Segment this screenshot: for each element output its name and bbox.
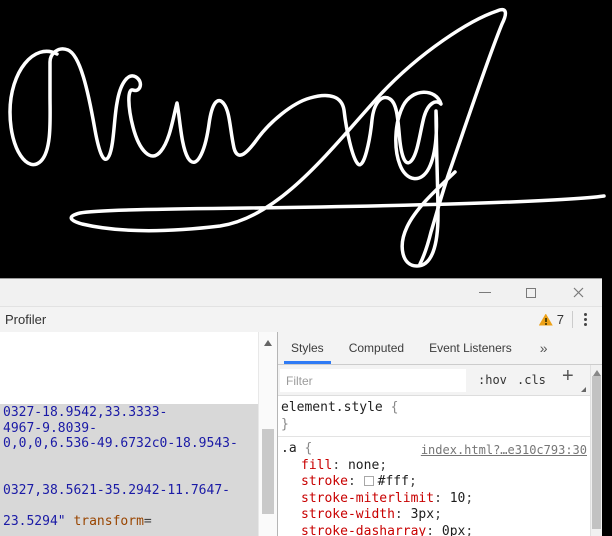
semicolon: ; [465,490,474,506]
code-line[interactable]: 23.5294" transform= [3,514,238,530]
code-line[interactable]: 4967-9.8039- [3,421,238,437]
colon: : [434,490,450,506]
code-line[interactable] [3,467,238,483]
property-name[interactable]: stroke-width [301,507,395,522]
attribute-value: 4967-9.8039- [3,420,97,436]
code-line[interactable]: 0327-18.9542,33.3333- [3,405,238,421]
minimize-icon [479,292,491,293]
property-value[interactable]: none [348,458,379,473]
property-value[interactable]: 10 [450,491,466,506]
rule-header[interactable]: element.style { [281,400,586,417]
code-line[interactable]: 0,0,0,6.536-49.6732c0-18.9543- [3,436,238,452]
css-property[interactable]: stroke-miterlimit: 10; [281,491,586,508]
attribute-value: 0,0,0,6.536-49.6732c0-18.9543- [3,436,238,451]
code-line[interactable]: 0327,38.5621-35.2942-11.7647- [3,483,238,499]
style-rule: index.html?…e310c793:30 .a {fill: none; st… [278,437,590,536]
semicolon: ; [434,507,442,522]
semicolon: ; [408,474,417,489]
styles-filter-row: :hov .cls + [278,365,602,396]
warning-triangle-icon [538,313,553,326]
tab-styles[interactable]: Styles [284,332,331,364]
colon: : [332,457,348,473]
signature-flourish-stroke [69,7,606,266]
new-style-rule-button[interactable]: + [562,365,574,388]
devtools-menu-button[interactable] [582,311,589,328]
semicolon: ; [379,457,388,473]
close-button[interactable] [563,279,593,306]
close-icon [573,287,583,298]
property-value[interactable]: #fff [378,474,409,489]
dom-scrollbar-thumb[interactable] [262,429,274,514]
style-rule: element.style {} [278,396,590,437]
colon: : [394,507,411,522]
console-warning-badge[interactable]: 7 [538,312,564,327]
open-brace: { [304,441,313,456]
code-punctuation: = [143,513,152,529]
screen: Profiler 7 0327-18.9542,33.3333- 4967-9.… [0,0,612,536]
property-value[interactable]: 3px [411,507,434,522]
property-name[interactable]: stroke-dasharray [301,524,426,536]
attribute-value: 0327-18.9542,33.3333- [3,405,168,420]
color-swatch[interactable] [363,476,374,486]
panel-tab-profiler[interactable]: Profiler [5,312,46,327]
property-name[interactable]: stroke [301,474,348,489]
dom-code-lines: 0327-18.9542,33.3333- 4967-9.8039- 0,0,0,6… [3,405,238,529]
toolbar-divider [572,311,573,328]
code-line[interactable] [3,498,238,514]
code-line[interactable] [3,452,238,468]
colon: : [426,523,442,536]
kebab-dot [584,318,587,321]
toggle-element-classes-button[interactable]: .cls [517,373,546,387]
tab-more-tabs[interactable]: » [537,332,551,364]
scroll-up-arrow-icon[interactable] [264,340,272,346]
warning-exclamation-dot [544,322,547,325]
kebab-dot [584,313,587,316]
kebab-dot [584,323,587,326]
styles-filter-input[interactable] [280,369,466,392]
property-value[interactable]: 0px [442,524,465,536]
rule-selector[interactable]: element.style [281,400,383,415]
devtools-main: 0327-18.9542,33.3333- 4967-9.8039- 0,0,0,6… [0,332,602,536]
semicolon: ; [465,523,474,536]
maximize-icon [526,287,536,298]
close-brace: } [281,416,289,432]
window-titlebar [0,279,602,307]
signature-svg [8,7,606,268]
tab-event-listeners[interactable]: Event Listeners [426,332,515,364]
rule-source-link[interactable]: index.html?…e310c793:30 [421,442,587,459]
styles-scrollbar[interactable] [590,365,602,536]
tab-computed[interactable]: Computed [346,332,407,364]
devtools-toolbar: Profiler 7 [0,307,602,333]
toggle-pseudo-state-button[interactable]: :hov [478,373,507,387]
styles-tabs: Styles Computed Event Listeners » [278,332,602,365]
maximize-button[interactable] [516,279,546,306]
toolbar-right-controls: 7 [538,307,589,332]
signature-word-stroke [8,47,457,268]
styles-sidebar: Styles Computed Event Listeners » :hov .cls… [277,332,602,536]
new-style-rule-corner-icon [581,387,586,392]
attribute-value: 0327,38.5621-35.2942-11.7647- [3,482,230,498]
attribute-value: 23.5294" [3,513,74,529]
dom-pane-scrollbar[interactable] [258,332,277,536]
css-property[interactable]: stroke-width: 3px; [281,507,586,524]
css-property[interactable]: stroke: #fff; [281,474,586,491]
css-property[interactable]: fill: none; [281,458,586,475]
colon: : [347,474,364,489]
property-name[interactable]: fill [301,458,332,473]
warning-exclamation [544,317,547,322]
open-brace: { [390,400,399,415]
css-property[interactable]: stroke-dasharray: 0px; [281,524,586,536]
devtools-window: Profiler 7 0327-18.9542,33.3333- 4967-9.… [0,278,602,536]
styles-scrollbar-thumb[interactable] [592,376,601,529]
elements-dom-pane[interactable]: 0327-18.9542,33.3333- 4967-9.8039- 0,0,0,6… [0,332,258,536]
minimize-button[interactable] [470,279,500,306]
drawing-canvas[interactable] [0,0,612,278]
attribute-name: transform [73,513,144,529]
property-name[interactable]: stroke-miterlimit [301,491,434,506]
warning-count: 7 [556,312,564,327]
style-rules: element.style {} index.html?…e310c793:30.… [278,396,590,536]
rule-selector[interactable]: .a [281,441,297,456]
